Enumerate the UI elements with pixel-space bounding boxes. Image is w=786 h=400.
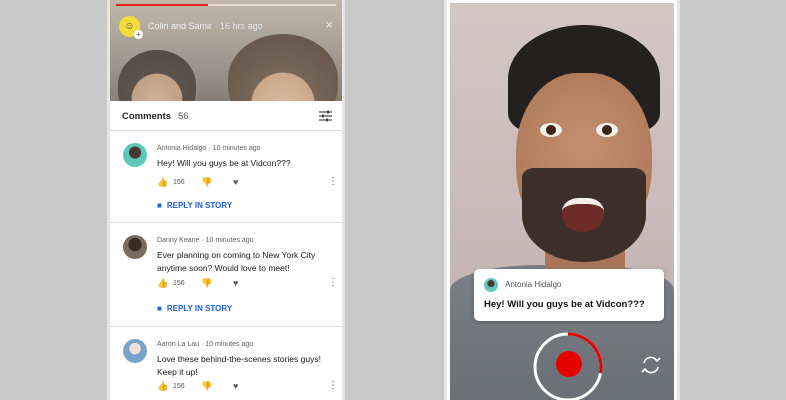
comments-screen: ☺ + Colin and Samir · 16 hrs ago × Comme… [107, 0, 345, 400]
plus-icon: + [134, 30, 143, 39]
heart-icon[interactable]: ♥ [233, 177, 238, 187]
comment-time: 10 minutes ago [212, 145, 261, 152]
story-thumbnail[interactable]: ☺ + Colin and Samir · 16 hrs ago × [110, 0, 342, 101]
heart-icon[interactable]: ♥ [233, 278, 238, 288]
comment-actions: 👍 156 👎 ♥ ⋮ [157, 380, 338, 393]
comment-author[interactable]: Antonia Hidalgo [157, 145, 206, 152]
comment-time: 10 minutes ago [205, 341, 254, 348]
camera-icon: ■ [157, 200, 162, 210]
like-icon[interactable]: 👍 [157, 278, 168, 289]
comment-actions: 👍 156 👎 ♥ ⋮ [157, 176, 338, 189]
comment-text: Ever planning on coming to New York City… [157, 250, 316, 273]
dislike-icon[interactable]: 👎 [201, 177, 212, 188]
comment-item: Aaron La Lau · 10 minutes ago Love these… [110, 327, 342, 400]
camera-viewfinder: Antonia Hidalgo Hey! Will you guys be at… [450, 3, 674, 400]
comment-meta: Antonia Hidalgo · 10 minutes ago [157, 145, 261, 152]
quoted-text: Hey! Will you guys be at Vidcon??? [484, 299, 645, 310]
quoted-comment-sticker[interactable]: Antonia Hidalgo Hey! Will you guys be at… [474, 269, 664, 321]
person-eye-right [596, 123, 618, 137]
comment-meta: Aaron La Lau · 10 minutes ago [157, 341, 254, 348]
comment-time: 10 minutes ago [205, 237, 254, 244]
reply-in-story-button[interactable]: ■ REPLY IN STORY [157, 199, 232, 211]
reply-label: REPLY IN STORY [166, 200, 233, 210]
flip-camera-icon[interactable] [640, 354, 662, 376]
camera-screen: Antonia Hidalgo Hey! Will you guys be at… [444, 0, 680, 400]
like-count: 156 [173, 280, 185, 287]
comments-header: Comments 56 [110, 101, 342, 131]
avatar[interactable] [123, 235, 147, 259]
comment-text: Hey! Will you guys be at Vidcon??? [157, 158, 291, 168]
quoted-author: Antonia Hidalgo [505, 280, 562, 289]
comments-count: 56 [178, 111, 189, 122]
like-count: 156 [173, 383, 185, 390]
close-icon[interactable]: × [325, 17, 333, 32]
comment-author[interactable]: Aaron La Lau [157, 341, 199, 348]
comment-author[interactable]: Danny Keane [157, 237, 199, 244]
reply-in-story-button[interactable]: ■ REPLY IN STORY [157, 302, 232, 314]
more-options-icon[interactable]: ⋮ [328, 176, 338, 187]
person-eye-left [540, 123, 562, 137]
dislike-icon[interactable]: 👎 [201, 381, 212, 392]
avatar[interactable] [123, 143, 147, 167]
comment-item: Antonia Hidalgo · 10 minutes ago Hey! Wi… [110, 131, 342, 223]
story-channel-line: Colin and Samir · 16 hrs ago [148, 21, 263, 31]
person-mouth [562, 198, 604, 232]
comment-meta: Danny Keane · 10 minutes ago [157, 237, 254, 244]
avatar[interactable] [123, 339, 147, 363]
like-count: 156 [173, 179, 185, 186]
comment-text: Love these behind-the-scenes stories guy… [157, 354, 321, 377]
story-progress-fill [116, 4, 209, 6]
heart-icon[interactable]: ♥ [233, 381, 238, 391]
story-progress-bar [116, 4, 336, 6]
more-options-icon[interactable]: ⋮ [328, 277, 338, 288]
like-icon[interactable]: 👍 [157, 177, 168, 188]
like-icon[interactable]: 👍 [157, 381, 168, 392]
record-dot-icon[interactable] [556, 351, 582, 377]
camera-icon: ■ [157, 303, 162, 313]
reply-label: REPLY IN STORY [166, 303, 233, 313]
more-options-icon[interactable]: ⋮ [328, 380, 338, 391]
story-time: 16 hrs ago [220, 21, 263, 31]
story-channel-name: Colin and Samir [148, 21, 213, 31]
comment-actions: 👍 156 👎 ♥ ⋮ [157, 277, 338, 290]
dislike-icon[interactable]: 👎 [201, 278, 212, 289]
comments-title: Comments [122, 111, 172, 122]
avatar [484, 278, 498, 292]
thumbnail-overlay [110, 0, 342, 101]
comment-item: Danny Keane · 10 minutes ago Ever planni… [110, 223, 342, 327]
filter-icon[interactable] [319, 110, 332, 122]
